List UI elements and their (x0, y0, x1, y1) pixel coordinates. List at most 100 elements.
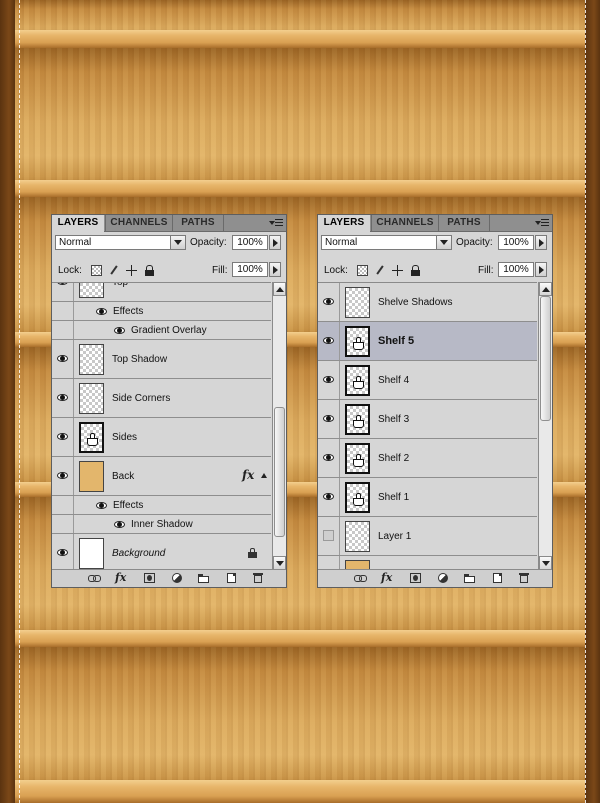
layer-row[interactable]: Shelf 3 (318, 400, 537, 439)
opacity-slider-button[interactable] (535, 235, 547, 250)
effects-row[interactable]: Effects (52, 496, 271, 515)
layer-row[interactable]: Shelve Shadows (318, 283, 537, 322)
tab-paths[interactable]: PATHS (438, 215, 490, 231)
new-layer-icon[interactable] (493, 573, 502, 583)
eye-icon[interactable] (57, 433, 68, 440)
visibility-toggle[interactable] (318, 322, 340, 360)
lock-transparent-icon[interactable] (91, 265, 102, 276)
visibility-toggle[interactable] (318, 283, 340, 321)
layer-row[interactable]: Back fx (52, 457, 271, 496)
layer-row[interactable]: Sides (52, 418, 271, 457)
fill-input[interactable]: 100% (232, 262, 268, 277)
layers-scrollbar[interactable] (538, 282, 552, 570)
eye-icon[interactable] (323, 415, 334, 422)
eye-icon[interactable] (96, 308, 107, 315)
eye-icon[interactable] (57, 549, 68, 556)
chevron-down-icon[interactable] (170, 236, 185, 249)
link-layers-icon[interactable] (354, 573, 367, 583)
new-layer-icon[interactable] (227, 573, 236, 583)
eye-icon[interactable] (323, 376, 334, 383)
panel-menu-icon[interactable] (269, 218, 283, 228)
collapse-effects-icon[interactable] (261, 473, 267, 478)
adjustment-layer-icon[interactable] (172, 573, 182, 583)
lock-image-pixels-icon[interactable] (109, 265, 120, 276)
visibility-toggle[interactable] (52, 418, 74, 456)
layer-row[interactable]: Shelf 2 (318, 439, 537, 478)
blend-mode-select[interactable]: Normal (55, 235, 186, 250)
lock-position-icon[interactable] (126, 265, 137, 276)
eye-icon[interactable] (57, 355, 68, 362)
eye-icon[interactable] (323, 298, 334, 305)
new-group-icon[interactable] (464, 573, 476, 583)
eye-icon[interactable] (57, 472, 68, 479)
lock-all-icon[interactable] (144, 265, 155, 276)
lock-image-pixels-icon[interactable] (375, 265, 386, 276)
lock-all-icon[interactable] (410, 265, 421, 276)
chevron-down-icon[interactable] (436, 236, 451, 249)
visibility-toggle[interactable] (52, 379, 74, 417)
new-group-icon[interactable] (198, 573, 210, 583)
add-layer-style-icon[interactable]: fx (381, 572, 397, 583)
fill-slider-button[interactable] (269, 262, 281, 277)
layers-scrollbar[interactable] (272, 282, 286, 570)
panel-menu-icon[interactable] (535, 218, 549, 228)
add-mask-icon[interactable] (144, 573, 155, 583)
scroll-down-icon[interactable] (273, 556, 286, 570)
scrollbar-thumb[interactable] (274, 406, 285, 537)
eye-icon[interactable] (57, 283, 68, 285)
eye-icon[interactable] (114, 327, 125, 334)
visibility-toggle[interactable] (52, 283, 74, 301)
visibility-toggle[interactable] (318, 400, 340, 438)
visibility-toggle[interactable] (52, 340, 74, 378)
layer-row[interactable]: Shelf 1 (318, 478, 537, 517)
tab-layers[interactable]: LAYERS (52, 215, 104, 232)
eye-icon[interactable] (323, 493, 334, 500)
tab-channels[interactable]: CHANNELS (105, 215, 172, 231)
tab-paths[interactable]: PATHS (172, 215, 224, 231)
effects-row[interactable]: Effects (52, 302, 271, 321)
visibility-toggle[interactable] (318, 478, 340, 516)
add-mask-icon[interactable] (410, 573, 421, 583)
eye-icon[interactable] (114, 521, 125, 528)
eye-icon[interactable] (323, 454, 334, 461)
add-layer-style-icon[interactable]: fx (115, 572, 131, 583)
lock-transparent-icon[interactable] (357, 265, 368, 276)
effect-row[interactable]: Inner Shadow (52, 515, 271, 534)
fill-slider-button[interactable] (535, 262, 547, 277)
layer-row[interactable]: Shelf 5 (318, 322, 537, 361)
visibility-off-box[interactable] (323, 530, 334, 541)
eye-icon[interactable] (96, 502, 107, 509)
tab-layers[interactable]: LAYERS (318, 215, 370, 232)
opacity-input[interactable]: 100% (498, 235, 534, 250)
scroll-up-icon[interactable] (539, 282, 552, 296)
layer-row[interactable]: Layer 1 (318, 517, 537, 556)
visibility-toggle[interactable] (318, 361, 340, 399)
opacity-slider-button[interactable] (269, 235, 281, 250)
layer-row[interactable]: Background (52, 534, 271, 571)
delete-layer-icon[interactable] (519, 573, 531, 583)
eye-icon[interactable] (323, 337, 334, 344)
fx-icon[interactable]: fx (242, 468, 254, 482)
adjustment-layer-icon[interactable] (438, 573, 448, 583)
scrollbar-thumb[interactable] (540, 296, 551, 421)
tab-channels[interactable]: CHANNELS (371, 215, 438, 231)
visibility-toggle[interactable] (52, 534, 74, 571)
layer-row[interactable]: Side Corners (52, 379, 271, 418)
blend-mode-select[interactable]: Normal (321, 235, 452, 250)
shelf-back-6 (0, 647, 600, 782)
opacity-input[interactable]: 100% (232, 235, 268, 250)
visibility-toggle[interactable] (318, 439, 340, 477)
scroll-down-icon[interactable] (539, 556, 552, 570)
delete-layer-icon[interactable] (253, 573, 265, 583)
scroll-up-icon[interactable] (273, 282, 286, 296)
visibility-toggle[interactable] (318, 517, 340, 555)
visibility-toggle[interactable] (52, 457, 74, 495)
layer-row[interactable]: Top Shadow (52, 340, 271, 379)
eye-icon[interactable] (57, 394, 68, 401)
layer-row[interactable]: Top (52, 283, 271, 302)
lock-position-icon[interactable] (392, 265, 403, 276)
effect-row[interactable]: Gradient Overlay (52, 321, 271, 340)
layer-row[interactable]: Shelf 4 (318, 361, 537, 400)
link-layers-icon[interactable] (88, 573, 101, 583)
fill-input[interactable]: 100% (498, 262, 534, 277)
